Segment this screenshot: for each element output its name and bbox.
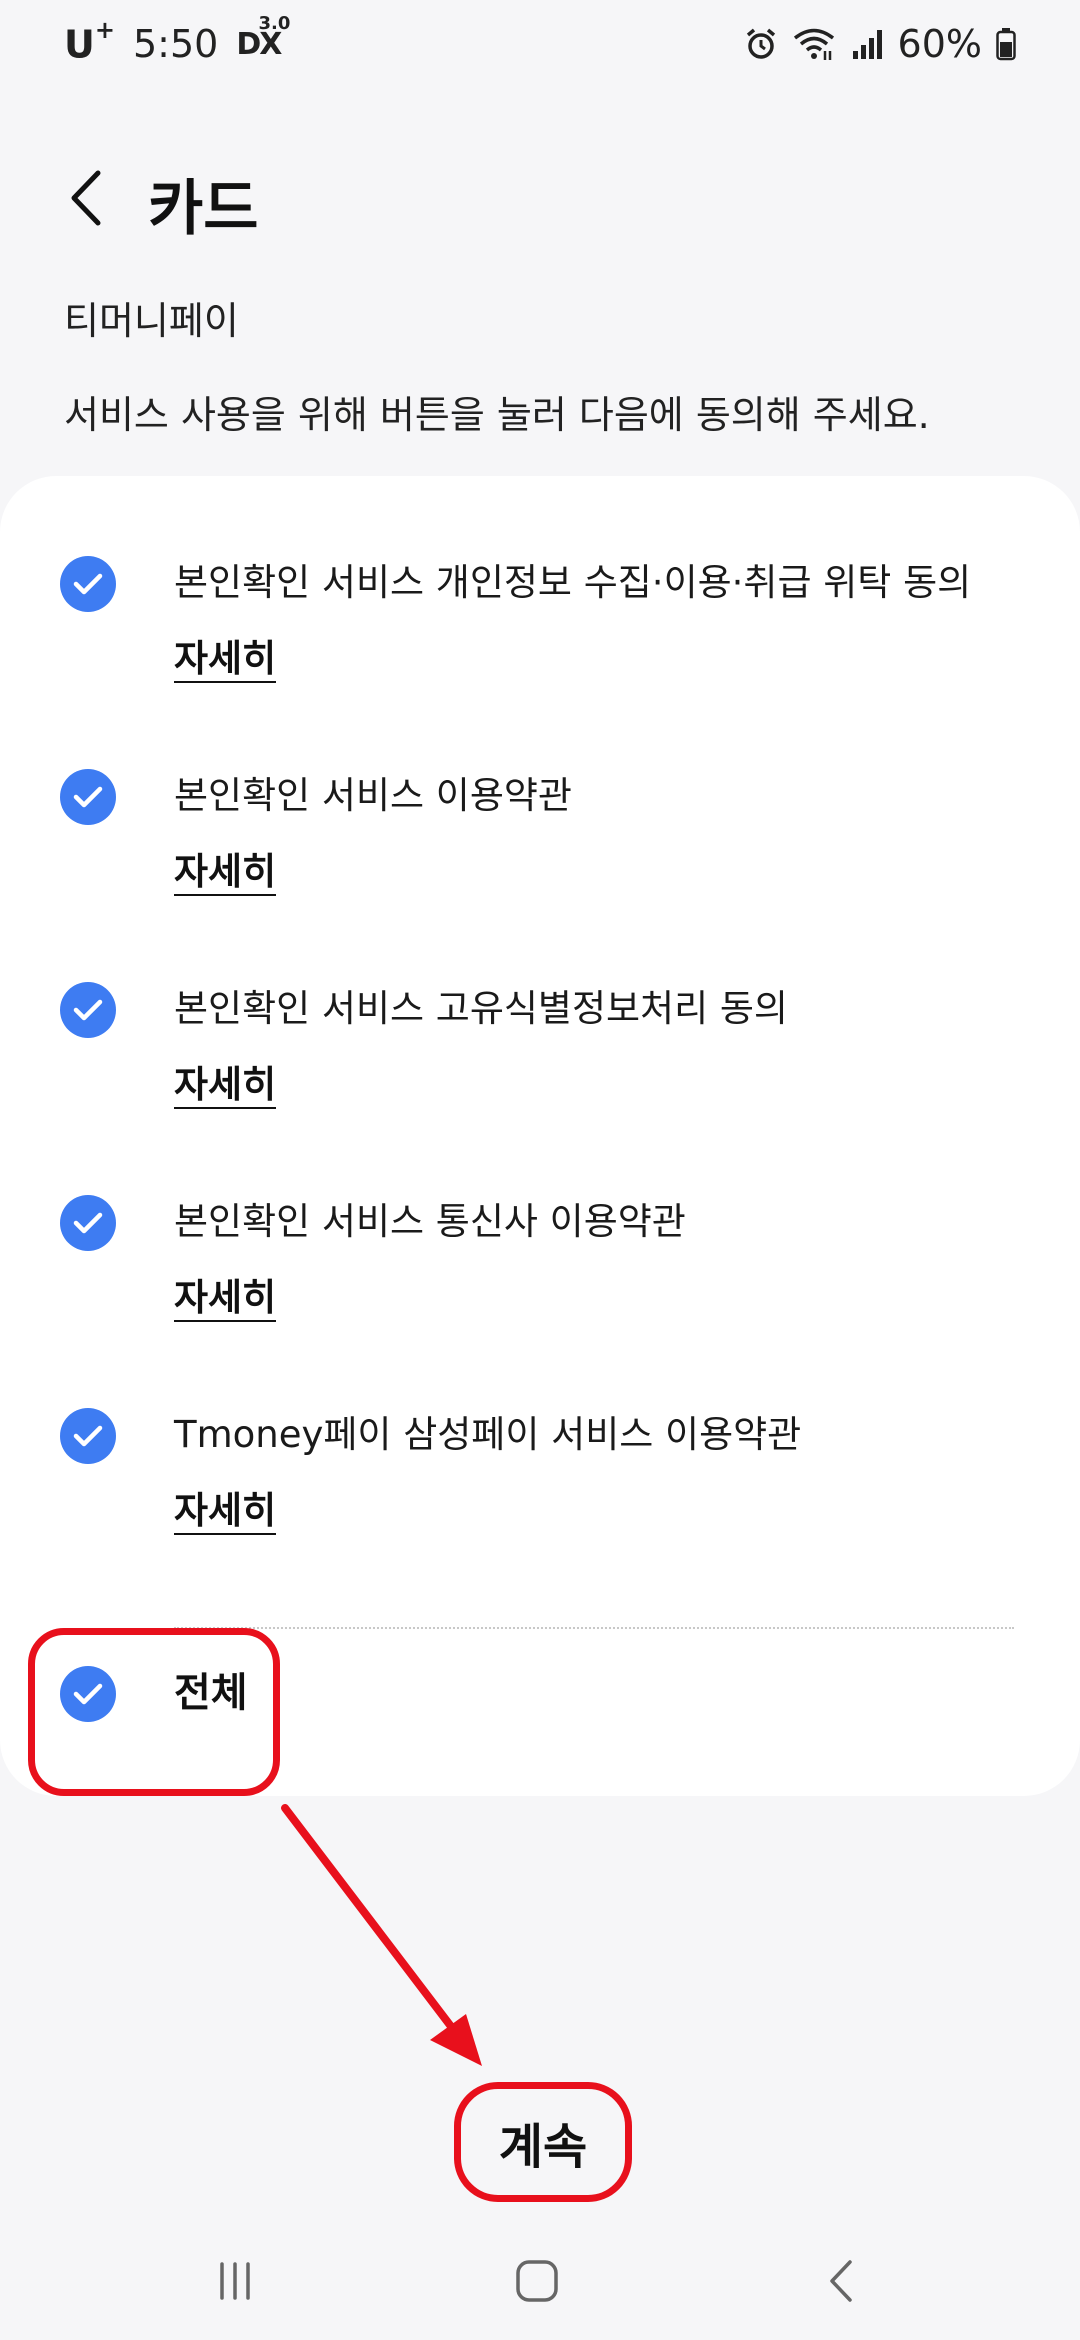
consent-label: 본인확인 서비스 통신사 이용약관: [174, 1200, 686, 1243]
check-circle-icon[interactable]: [60, 1195, 116, 1251]
annotation-highlight-all: [28, 1628, 280, 1796]
consent-label: 본인확인 서비스 고유식별정보처리 동의: [174, 987, 788, 1030]
consent-label: 본인확인 서비스 이용약관: [174, 774, 572, 817]
detail-link[interactable]: 자세히: [174, 1489, 277, 1535]
page-title: 카드: [148, 174, 259, 244]
back-icon: [827, 2259, 855, 2307]
status-right: 60%: [744, 22, 1016, 66]
wifi-icon: [792, 27, 836, 61]
alarm-icon: [744, 27, 778, 61]
navigation-bar: [0, 2230, 1080, 2340]
instruction-text: 서비스 사용을 위해 버튼을 눌러 다음에 동의해 주세요.: [64, 393, 930, 437]
annotation-highlight-continue: [454, 2082, 632, 2202]
carrier-label: U+: [64, 16, 115, 67]
home-button[interactable]: [492, 2248, 582, 2318]
detail-link[interactable]: 자세히: [174, 637, 277, 683]
detail-link[interactable]: 자세히: [174, 1276, 277, 1322]
check-circle-icon[interactable]: [60, 556, 116, 612]
dx-badge: DX 3.0: [236, 12, 291, 62]
check-circle-icon[interactable]: [60, 1408, 116, 1464]
consent-card: 본인확인 서비스 개인정보 수집·이용·취급 위탁 동의 자세히 본인확인 서비…: [0, 476, 1080, 1796]
consent-label: 본인확인 서비스 개인정보 수집·이용·취급 위탁 동의: [174, 561, 972, 604]
consent-label: Tmoney페이 삼성페이 서비스 이용약관: [174, 1413, 802, 1456]
check-circle-icon[interactable]: [60, 769, 116, 825]
divider: [174, 1627, 1014, 1629]
consent-item[interactable]: Tmoney페이 삼성페이 서비스 이용약관 자세히: [0, 1328, 1080, 1535]
recent-apps-icon: [215, 2261, 255, 2305]
detail-link[interactable]: 자세히: [174, 1063, 277, 1109]
recent-apps-button[interactable]: [190, 2248, 280, 2318]
battery-icon: [996, 27, 1016, 61]
consent-item[interactable]: 본인확인 서비스 이용약관 자세히: [0, 689, 1080, 896]
status-left: U+ 5:50 DX 3.0: [64, 12, 291, 67]
consent-item[interactable]: 본인확인 서비스 고유식별정보처리 동의 자세히: [0, 902, 1080, 1109]
consent-item[interactable]: 본인확인 서비스 개인정보 수집·이용·취급 위탁 동의 자세히: [0, 476, 1080, 683]
home-icon: [515, 2259, 559, 2307]
status-time: 5:50: [132, 22, 219, 67]
service-subtitle: 티머니페이: [64, 299, 239, 343]
system-back-button[interactable]: [796, 2248, 886, 2318]
battery-percent: 60%: [897, 22, 982, 66]
status-bar: U+ 5:50 DX 3.0 60%: [0, 0, 1080, 100]
back-button[interactable]: [58, 168, 114, 232]
detail-link[interactable]: 자세히: [174, 850, 277, 896]
chevron-left-icon: [68, 169, 104, 231]
check-circle-icon[interactable]: [60, 982, 116, 1038]
consent-item[interactable]: 본인확인 서비스 통신사 이용약관 자세히: [0, 1115, 1080, 1322]
signal-icon: [850, 27, 884, 61]
